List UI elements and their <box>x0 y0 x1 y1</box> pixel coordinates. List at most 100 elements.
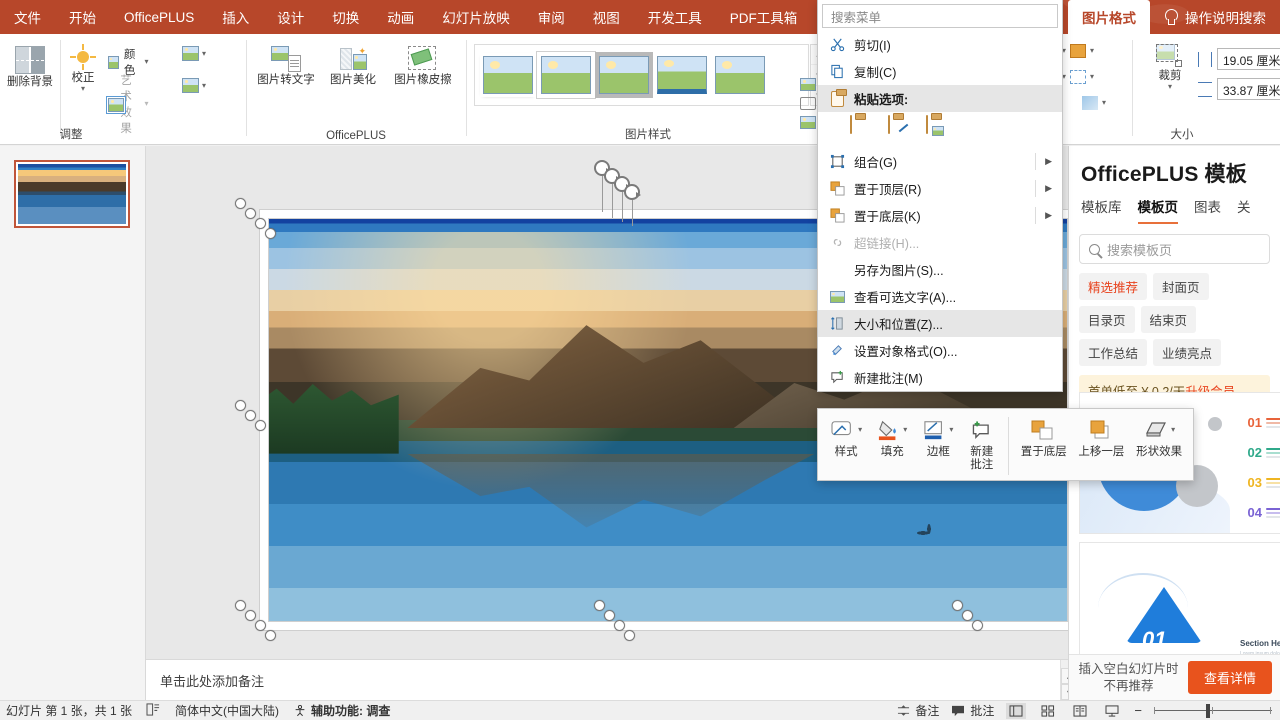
chevron-down-icon[interactable]: ▾ <box>81 85 85 93</box>
picture-effects-icon[interactable] <box>800 97 816 110</box>
selection-handle-br[interactable] <box>962 610 973 621</box>
picture-beautify-button[interactable]: ✦ 图片美化 <box>322 46 384 87</box>
picture-styles-gallery[interactable] <box>474 44 809 106</box>
shape-height-input[interactable]: 19.05 厘米 <box>1217 48 1280 70</box>
menu-item-copy[interactable]: 复制(C) <box>818 58 1062 85</box>
tab-pdf-toolbox[interactable]: PDF工具箱 <box>716 0 812 34</box>
chevron-down-icon[interactable]: ▾ <box>202 50 206 58</box>
slide-thumbnail-1[interactable] <box>14 160 130 228</box>
mini-bring-forward-button[interactable]: 上移一层 <box>1074 415 1130 459</box>
picture-style-3[interactable] <box>599 56 649 94</box>
mini-shape-effects-button[interactable]: ▾ 形状效果 <box>1131 415 1187 459</box>
chevron-down-icon[interactable]: ▾ <box>949 426 953 434</box>
panel-tab-more[interactable]: 关 <box>1237 196 1251 224</box>
selection-handle-bl[interactable] <box>235 600 246 611</box>
shape-width-input[interactable]: 33.87 厘米 <box>1217 78 1280 100</box>
chevron-down-icon[interactable]: ▾ <box>1102 99 1106 107</box>
chip-work-summary[interactable]: 工作总结 <box>1079 339 1147 366</box>
slide-layout-icon[interactable] <box>146 703 161 719</box>
change-picture-button[interactable]: ▾ <box>182 46 206 61</box>
chevron-down-icon[interactable]: ▾ <box>202 82 206 90</box>
selection-handle-ml[interactable] <box>235 400 246 411</box>
chip-cover-page[interactable]: 封面页 <box>1153 273 1209 300</box>
tab-home[interactable]: 开始 <box>55 0 110 34</box>
panel-tab-charts[interactable]: 图表 <box>1194 196 1221 224</box>
selection-handle-bl[interactable] <box>265 630 276 641</box>
rotate-handle[interactable] <box>624 184 640 200</box>
tab-picture-format[interactable]: 图片格式 <box>1068 0 1150 34</box>
selection-handle-tl[interactable] <box>255 218 266 229</box>
chevron-down-icon[interactable]: ▾ <box>858 426 862 434</box>
view-slide-sorter-button[interactable] <box>1038 703 1058 719</box>
language-indicator[interactable]: 简体中文(中国大陆) <box>175 702 279 719</box>
corrections-button[interactable]: 校正 ▾ <box>62 44 104 93</box>
reset-picture-button[interactable]: ▾ <box>182 78 206 93</box>
remove-background-button[interactable]: 删除背景 <box>2 46 58 89</box>
selection-handle-ml[interactable] <box>255 420 266 431</box>
picture-style-4[interactable] <box>657 56 707 94</box>
picture-to-text-button[interactable]: 图片转文字 <box>254 46 318 87</box>
selection-handle-bm[interactable] <box>604 610 615 621</box>
selection-handle-bm[interactable] <box>614 620 625 631</box>
zoom-slider[interactable] <box>1154 710 1272 712</box>
mini-send-backward-button[interactable]: 置于底层 <box>1016 415 1072 459</box>
mini-new-comment-button[interactable]: 新建 批注 <box>963 415 1001 472</box>
menu-item-view-alt-text[interactable]: 查看可选文字(A)... <box>818 283 1062 310</box>
notes-pane[interactable]: 单击此处添加备注 ▴ ▾ <box>146 659 1076 700</box>
group-objects-button[interactable]: ▾ ▾ <box>1062 70 1094 84</box>
tab-review[interactable]: 审阅 <box>524 0 579 34</box>
chip-end-page[interactable]: 结束页 <box>1141 306 1197 333</box>
menu-item-size-and-position[interactable]: 大小和位置(Z)... <box>818 310 1062 337</box>
tab-developer[interactable]: 开发工具 <box>634 0 716 34</box>
chevron-down-icon[interactable]: ▾ <box>145 58 149 66</box>
picture-style-5[interactable] <box>715 56 765 94</box>
chevron-down-icon[interactable]: ▾ <box>1090 47 1094 55</box>
mini-fill-button[interactable]: ▾ 填充 <box>870 415 914 459</box>
view-slideshow-button[interactable] <box>1102 703 1122 719</box>
mini-style-button[interactable]: ▾ 样式 <box>824 415 868 459</box>
selection-handle-ml[interactable] <box>245 410 256 421</box>
menu-item-new-comment[interactable]: 新建批注(M) <box>818 364 1062 391</box>
zoom-out-button[interactable]: − <box>1134 703 1142 718</box>
selection-handle-bl[interactable] <box>255 620 266 631</box>
tab-design[interactable]: 设计 <box>263 0 318 34</box>
picture-layout-icon[interactable] <box>800 116 816 129</box>
tab-animations[interactable]: 动画 <box>373 0 428 34</box>
chip-featured[interactable]: 精选推荐 <box>1079 273 1147 300</box>
menu-item-cut[interactable]: 剪切(I) <box>818 31 1062 58</box>
chevron-down-icon[interactable]: ▾ <box>1168 83 1172 91</box>
paste-picture-icon[interactable] <box>926 116 954 142</box>
panel-search-box[interactable]: 搜索模板页 <box>1079 234 1270 264</box>
menu-item-bring-to-front[interactable]: 置于顶层(R) ▶ <box>818 175 1062 202</box>
mini-outline-button[interactable]: ▾ 边框 <box>916 415 960 459</box>
context-menu-search[interactable]: 搜索菜单 <box>822 4 1058 28</box>
selection-handle-bl[interactable] <box>245 610 256 621</box>
selection-handle-br[interactable] <box>952 600 963 611</box>
chip-toc-page[interactable]: 目录页 <box>1079 306 1135 333</box>
selection-handle-tl[interactable] <box>235 198 246 209</box>
paste-format-icon[interactable] <box>888 116 916 142</box>
tab-slideshow[interactable]: 幻灯片放映 <box>428 0 524 34</box>
chevron-down-icon[interactable]: ▾ <box>145 100 149 108</box>
picture-eraser-button[interactable]: 图片橡皮擦 <box>388 46 458 87</box>
panel-tab-template-library[interactable]: 模板库 <box>1081 196 1122 224</box>
view-reading-button[interactable] <box>1070 703 1090 719</box>
picture-border-icon[interactable] <box>800 78 816 91</box>
selection-handle-bm[interactable] <box>624 630 635 641</box>
tell-me-search[interactable]: 操作说明搜索 <box>1150 7 1280 27</box>
chip-performance[interactable]: 业绩亮点 <box>1153 339 1221 366</box>
selection-handle-tl[interactable] <box>265 228 276 239</box>
notes-toggle-button[interactable]: 备注 <box>897 702 939 719</box>
panel-footer-cta-button[interactable]: 查看详情 <box>1188 661 1272 694</box>
rotate-button[interactable]: ▾ <box>1082 96 1106 110</box>
slide-thumbnail-pane[interactable] <box>0 146 146 700</box>
selection-handle-tl[interactable] <box>245 208 256 219</box>
tab-transitions[interactable]: 切换 <box>318 0 373 34</box>
align-button[interactable]: ▾ ▾ <box>1062 44 1094 58</box>
menu-item-group[interactable]: 组合(G) ▶ <box>818 148 1062 175</box>
picture-style-2[interactable] <box>541 56 591 94</box>
crop-button[interactable]: 裁剪 ▾ <box>1148 44 1192 91</box>
menu-item-save-as-picture[interactable]: 另存为图片(S)... <box>818 256 1062 283</box>
tab-insert[interactable]: 插入 <box>208 0 263 34</box>
tab-view[interactable]: 视图 <box>579 0 634 34</box>
